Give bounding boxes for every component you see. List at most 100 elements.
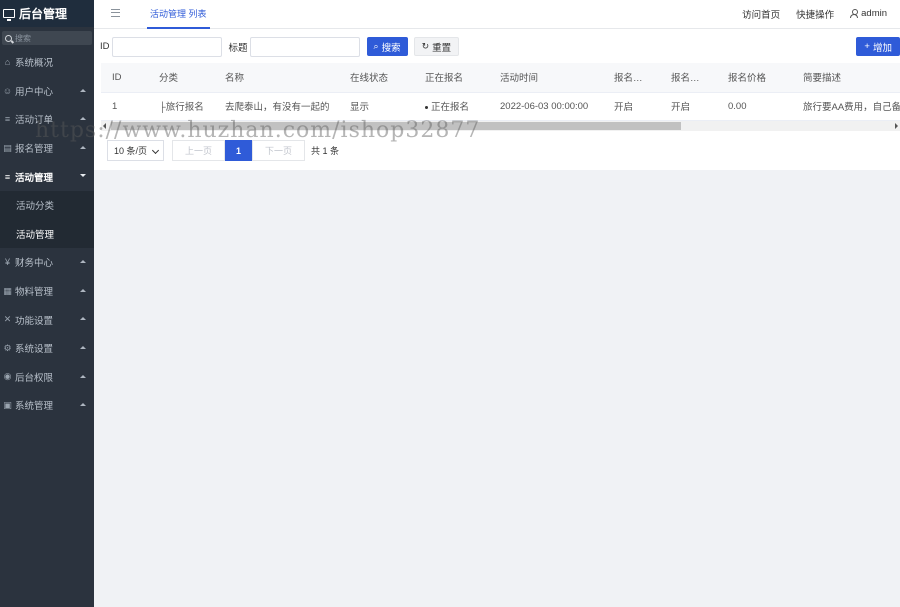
tab-activity-list[interactable]: 活动管理 列表	[147, 0, 210, 29]
add-button[interactable]: + 增加	[856, 37, 900, 56]
table-header-row: ID 分类 名称 在线状态 正在报名 活动时间 报名… 报名… 报名价格 简要描…	[101, 63, 900, 93]
visit-home-link[interactable]: 访问首页	[742, 7, 780, 21]
users-icon: ☺	[2, 85, 13, 96]
total-count: 共 1 条	[311, 146, 340, 156]
user-menu[interactable]: admin	[850, 8, 887, 19]
yen-icon: ¥	[4, 257, 10, 268]
sidebar-search-placeholder: 搜索	[15, 33, 31, 43]
brand-title: 后台管理	[19, 7, 68, 21]
sidebar-item-finance[interactable]: ¥ 财务中心	[0, 248, 94, 277]
quick-actions-link[interactable]: 快捷操作	[796, 7, 834, 21]
refresh-icon: ↻	[421, 41, 430, 51]
sidebar-item-activities[interactable]: ≡ 活动管理	[0, 162, 94, 191]
sidebar-item-label: 用户中心	[15, 86, 54, 98]
monitor-icon	[3, 9, 15, 21]
sidebar-item-label: 系统管理	[15, 401, 54, 413]
column-header[interactable]: 报名价格	[717, 63, 792, 93]
search-icon	[5, 34, 12, 42]
tools-icon: ✕	[3, 314, 12, 325]
caret-up-icon	[80, 403, 86, 407]
main-content: ID 标题 ⌕ 搜索 ↻ 重置 + 增加 ID 分类 名称 在线状态 正在报名 …	[94, 29, 900, 607]
reset-button[interactable]: ↻ 重置	[413, 37, 460, 56]
caret-up-icon	[80, 288, 86, 292]
caret-up-icon	[80, 317, 86, 321]
scroll-left-icon[interactable]	[103, 123, 106, 129]
signup-status-text: 正在报名	[431, 102, 470, 113]
submenu-item-activities[interactable]: 活动管理	[0, 220, 94, 249]
activities-submenu: 活动分类 活动管理	[0, 190, 94, 249]
pagination: 10 条/页 上一页 1 下一页 共 1 条	[107, 140, 339, 161]
column-header[interactable]: 正在报名	[414, 63, 489, 93]
cell-name: 去爬泰山，有没有一起的	[214, 92, 339, 121]
caret-up-icon	[80, 117, 86, 121]
caret-up-icon	[80, 145, 86, 149]
title-filter-input[interactable]	[249, 36, 360, 57]
cell-signup-toggle-2[interactable]: 开启	[660, 92, 717, 121]
top-right-links: 访问首页 快捷操作 admin	[742, 0, 887, 27]
brand: 后台管理	[0, 0, 94, 27]
cell-signup-toggle-1[interactable]: 开启	[603, 92, 660, 121]
scroll-right-icon[interactable]	[895, 123, 898, 129]
prev-page-button[interactable]: 上一页	[172, 140, 226, 161]
gear-icon: ⚙	[3, 342, 12, 353]
sidebar-item-permissions[interactable]: ◉ 后台权限	[0, 363, 94, 392]
sidebar-item-materials[interactable]: ▦ 物料管理	[0, 277, 94, 306]
cell-activity-time: 2022-06-03 00:00:00	[489, 92, 603, 121]
sidebar-item-label: 后台权限	[15, 372, 54, 384]
scrollbar-thumb[interactable]	[111, 122, 681, 130]
sidebar-item-label: 财务中心	[15, 258, 54, 270]
column-header[interactable]: 分类	[148, 63, 214, 93]
activity-table: ID 分类 名称 在线状态 正在报名 活动时间 报名… 报名… 报名价格 简要描…	[101, 63, 900, 121]
sidebar-item-signups[interactable]: ▤ 报名管理	[0, 134, 94, 163]
sidebar-item-orders[interactable]: ≡ 活动订单	[0, 105, 94, 134]
username: admin	[861, 8, 887, 19]
id-filter-label: ID	[100, 41, 110, 52]
window-icon: ▣	[3, 399, 12, 410]
table-row[interactable]: 1 ├旅行报名 去爬泰山，有没有一起的 显示 正在报名 2022-06-03 0…	[101, 92, 900, 121]
cell-online-status: 显示	[339, 92, 414, 121]
submenu-item-categories[interactable]: 活动分类	[0, 191, 94, 220]
list-panel: ID 标题 ⌕ 搜索 ↻ 重置 + 增加 ID 分类 名称 在线状态 正在报名 …	[94, 29, 900, 170]
sidebar-item-users[interactable]: ☺ 用户中心	[0, 77, 94, 106]
user-circle-icon: ◉	[3, 371, 12, 382]
sidebar-item-label: 功能设置	[15, 315, 54, 327]
top-bar: 活动管理 列表 访问首页 快捷操作 admin	[94, 0, 900, 29]
column-header[interactable]: 活动时间	[489, 63, 603, 93]
add-button-label: 增加	[872, 42, 892, 54]
column-header[interactable]: 名称	[214, 63, 339, 93]
search-button-label: 搜索	[381, 42, 401, 54]
next-page-button[interactable]: 下一页	[252, 140, 306, 161]
sidebar-search-input[interactable]: 搜索	[2, 31, 92, 45]
filter-bar: ID 标题 ⌕ 搜索 ↻ 重置	[100, 36, 900, 57]
page-size-select[interactable]: 10 条/页	[107, 140, 164, 161]
cell-description: 旅行要AA费用，自己备	[792, 92, 900, 121]
sidebar-item-features[interactable]: ✕ 功能设置	[0, 305, 94, 334]
search-button[interactable]: ⌕ 搜索	[366, 37, 408, 56]
sidebar-item-system[interactable]: ▣ 系统管理	[0, 391, 94, 420]
caret-up-icon	[80, 88, 86, 92]
sidebar: 后台管理 搜索 ⌂ 系统概况 ☺ 用户中心 ≡ 活动订单 ▤ 报名管理 ≡ 活动…	[0, 0, 94, 607]
home-icon: ⌂	[4, 57, 11, 68]
caret-up-icon	[80, 374, 86, 378]
document-icon: ▤	[3, 142, 12, 153]
user-icon	[850, 9, 859, 18]
column-header[interactable]: 简要描述	[792, 63, 900, 93]
sidebar-item-settings[interactable]: ⚙ 系统设置	[0, 334, 94, 363]
menu-toggle-icon[interactable]	[111, 9, 120, 17]
list-icon: ≡	[4, 171, 11, 182]
column-header[interactable]: 报名…	[660, 63, 717, 93]
current-page-button[interactable]: 1	[225, 140, 253, 161]
calendar-icon: ▦	[3, 285, 12, 296]
sidebar-item-label: 报名管理	[15, 144, 54, 156]
caret-up-icon	[80, 260, 86, 264]
sidebar-item-overview[interactable]: ⌂ 系统概况	[0, 48, 94, 77]
id-filter-input[interactable]	[111, 36, 222, 57]
column-header[interactable]: ID	[101, 63, 148, 93]
caret-up-icon	[80, 345, 86, 349]
list-icon: ≡	[4, 114, 11, 125]
column-header[interactable]: 在线状态	[339, 63, 414, 93]
sidebar-item-label: 系统设置	[15, 344, 54, 356]
column-header[interactable]: 报名…	[603, 63, 660, 93]
horizontal-scrollbar[interactable]	[101, 121, 900, 131]
sidebar-item-label: 物料管理	[15, 287, 54, 299]
